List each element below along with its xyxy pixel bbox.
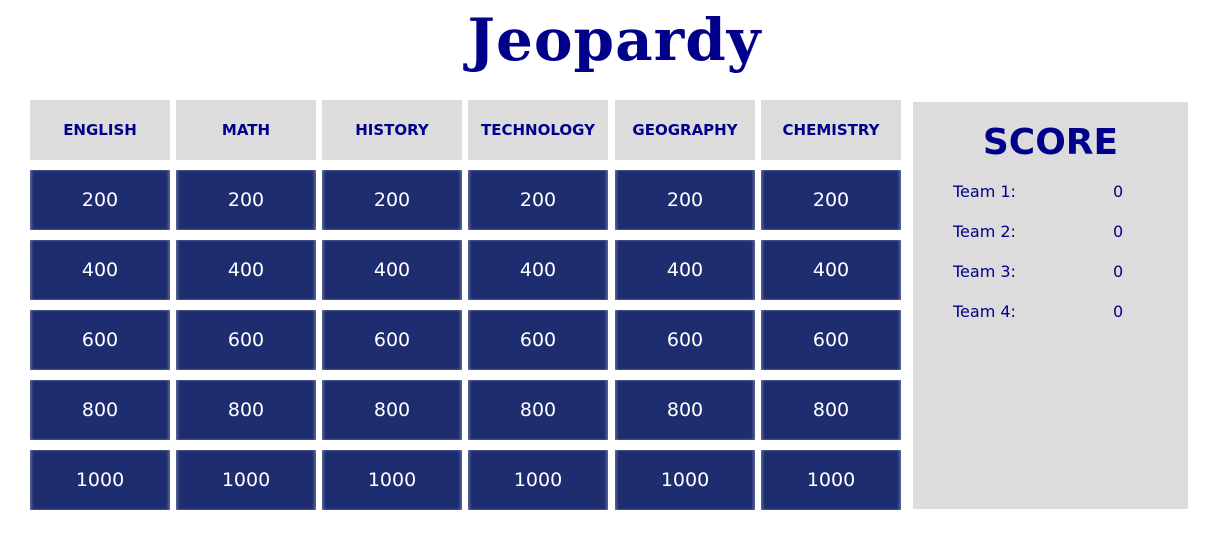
question-cell[interactable]: 1000: [176, 450, 316, 510]
question-cell[interactable]: 800: [176, 380, 316, 440]
question-cell[interactable]: 400: [761, 240, 901, 300]
question-cell[interactable]: 400: [468, 240, 608, 300]
team-score: 0: [1113, 302, 1124, 321]
team-score-row: Team 2: 0: [953, 221, 1153, 243]
question-cell[interactable]: 1000: [468, 450, 608, 510]
question-cell[interactable]: 600: [322, 310, 462, 370]
question-cell[interactable]: 1000: [615, 450, 755, 510]
category-header: GEOGRAPHY: [615, 100, 755, 160]
question-cell[interactable]: 400: [322, 240, 462, 300]
question-cell[interactable]: 200: [615, 170, 755, 230]
category-header: ENGLISH: [30, 100, 170, 160]
question-cell[interactable]: 200: [761, 170, 901, 230]
category-header: HISTORY: [322, 100, 462, 160]
team-score: 0: [1113, 262, 1124, 281]
question-cell[interactable]: 200: [468, 170, 608, 230]
question-cell[interactable]: 1000: [30, 450, 170, 510]
question-cell[interactable]: 600: [761, 310, 901, 370]
team-score-row: Team 4: 0: [953, 301, 1153, 323]
team-label: Team 3:: [953, 262, 1016, 281]
team-label: Team 2:: [953, 222, 1016, 241]
question-cell[interactable]: 800: [30, 380, 170, 440]
score-title: SCORE: [982, 122, 1119, 163]
team-label: Team 1:: [953, 182, 1016, 201]
question-cell[interactable]: 1000: [322, 450, 462, 510]
team-score-row: Team 3: 0: [953, 261, 1153, 283]
team-score-row: Team 1: 0: [953, 181, 1153, 203]
question-cell[interactable]: 600: [468, 310, 608, 370]
question-cell[interactable]: 200: [30, 170, 170, 230]
question-cell[interactable]: 1000: [761, 450, 901, 510]
question-cell[interactable]: 200: [176, 170, 316, 230]
question-cell[interactable]: 400: [615, 240, 755, 300]
question-cell[interactable]: 800: [761, 380, 901, 440]
question-cell[interactable]: 400: [176, 240, 316, 300]
question-cell[interactable]: 800: [615, 380, 755, 440]
question-cell[interactable]: 600: [615, 310, 755, 370]
question-cell[interactable]: 800: [468, 380, 608, 440]
category-header: CHEMISTRY: [761, 100, 901, 160]
score-panel: SCORE Team 1: 0 Team 2: 0 Team 3: 0 Team…: [913, 102, 1188, 509]
question-cell[interactable]: 400: [30, 240, 170, 300]
category-header: TECHNOLOGY: [468, 100, 608, 160]
question-cell[interactable]: 600: [176, 310, 316, 370]
category-header: MATH: [176, 100, 316, 160]
question-cell[interactable]: 200: [322, 170, 462, 230]
jeopardy-page: Jeopardy ENGLISH 200 400 600 800 1000 MA…: [0, 0, 1229, 537]
question-cell[interactable]: 800: [322, 380, 462, 440]
team-label: Team 4:: [953, 302, 1016, 321]
question-cell[interactable]: 600: [30, 310, 170, 370]
page-title: Jeopardy: [467, 6, 762, 74]
team-score: 0: [1113, 182, 1124, 201]
team-score: 0: [1113, 222, 1124, 241]
